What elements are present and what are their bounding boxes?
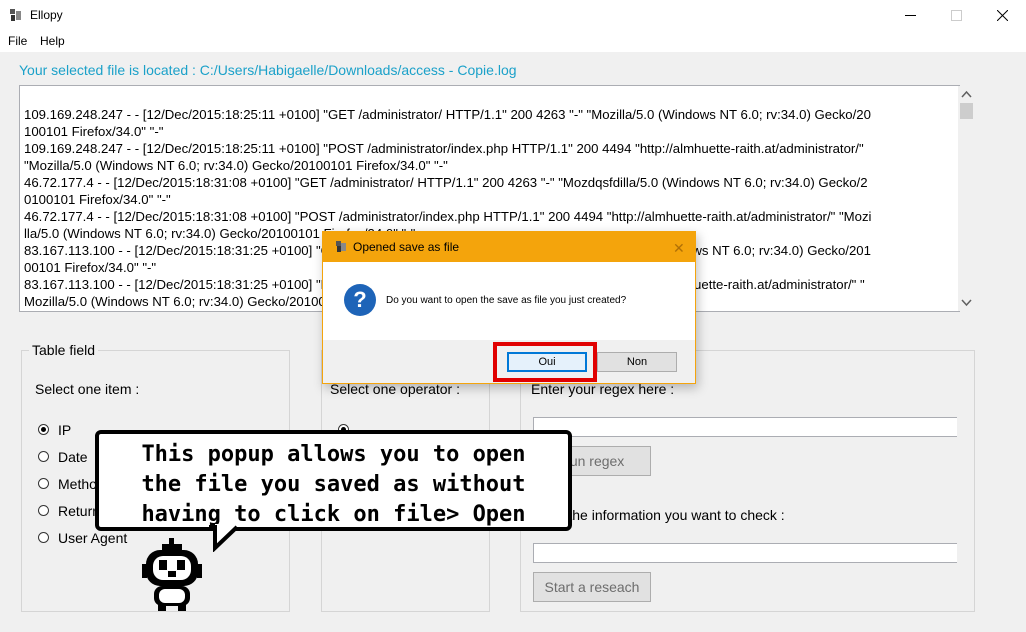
menu-file[interactable]: File — [8, 34, 27, 48]
radio-user-agent-label[interactable]: User Agent — [58, 530, 127, 546]
bubble-line: This popup allows you to open — [141, 442, 526, 467]
log-line: 46.72.177.4 - - [12/Dec/2015:18:31:08 +0… — [24, 175, 868, 190]
scroll-down-icon[interactable] — [958, 294, 975, 311]
radio-return-label[interactable]: Return — [58, 503, 100, 519]
regex-input[interactable] — [533, 417, 957, 437]
selected-file-path: Your selected file is located : C:/Users… — [19, 62, 517, 78]
table-field-title: Table field — [29, 342, 99, 358]
start-research-button[interactable]: Start a reseach — [533, 572, 651, 602]
bubble-tail — [209, 524, 239, 552]
minimize-button[interactable] — [888, 0, 934, 31]
menu-help[interactable]: Help — [40, 34, 65, 48]
log-line: "Mozilla/5.0 (Windows NT 6.0; rv:34.0) G… — [24, 158, 448, 173]
close-icon — [997, 10, 1008, 21]
title-bar: Ellopy — [0, 0, 1026, 31]
log-line: 46.72.177.4 - - [12/Dec/2015:18:31:08 +0… — [24, 209, 872, 224]
bubble-line: the file you saved as without — [141, 472, 526, 497]
select-item-label: Select one item : — [35, 381, 140, 397]
log-line: 109.169.248.247 - - [12/Dec/2015:18:25:1… — [24, 141, 864, 156]
radio-date[interactable] — [38, 451, 49, 462]
close-button[interactable] — [980, 0, 1026, 31]
menu-bar: File Help — [0, 31, 1026, 52]
radio-method[interactable] — [38, 478, 49, 489]
log-line: 109.169.248.247 - - [12/Dec/2015:18:25:1… — [24, 107, 871, 122]
log-scrollbar[interactable] — [958, 86, 975, 311]
bubble-line: having to click on file> Open — [141, 502, 526, 527]
dialog-no-button[interactable]: Non — [597, 352, 677, 372]
maximize-icon — [951, 10, 962, 21]
log-line: 100101 Firefox/34.0" "-" — [24, 124, 164, 139]
minimize-icon — [905, 15, 916, 16]
bubble-text: This popup allows you to open the file yo… — [99, 440, 568, 530]
yes-button-highlight — [493, 342, 597, 382]
radio-ip-label[interactable]: IP — [58, 422, 71, 438]
window-title: Ellopy — [30, 8, 63, 22]
log-line: 0100101 Firefox/34.0" "-" — [24, 192, 171, 207]
dialog-title-bar: Opened save as file ✕ — [323, 232, 695, 262]
dialog-title: Opened save as file — [353, 240, 460, 254]
info-input[interactable] — [533, 543, 957, 563]
dialog-close-icon[interactable]: ✕ — [673, 240, 685, 257]
app-icon — [10, 9, 21, 21]
scroll-thumb[interactable] — [960, 103, 973, 119]
dialog-app-icon — [336, 241, 346, 252]
radio-return[interactable] — [38, 505, 49, 516]
radio-user-agent[interactable] — [38, 532, 49, 543]
scroll-up-icon[interactable] — [958, 86, 975, 103]
maximize-button[interactable] — [934, 0, 980, 31]
robot-mascot — [142, 538, 202, 611]
question-icon: ? — [344, 284, 376, 316]
dialog-message: Do you want to open the save as file you… — [386, 295, 627, 306]
tutorial-speech-bubble: This popup allows you to open the file yo… — [95, 430, 572, 531]
radio-date-label[interactable]: Date — [58, 449, 88, 465]
radio-ip[interactable] — [38, 424, 49, 435]
